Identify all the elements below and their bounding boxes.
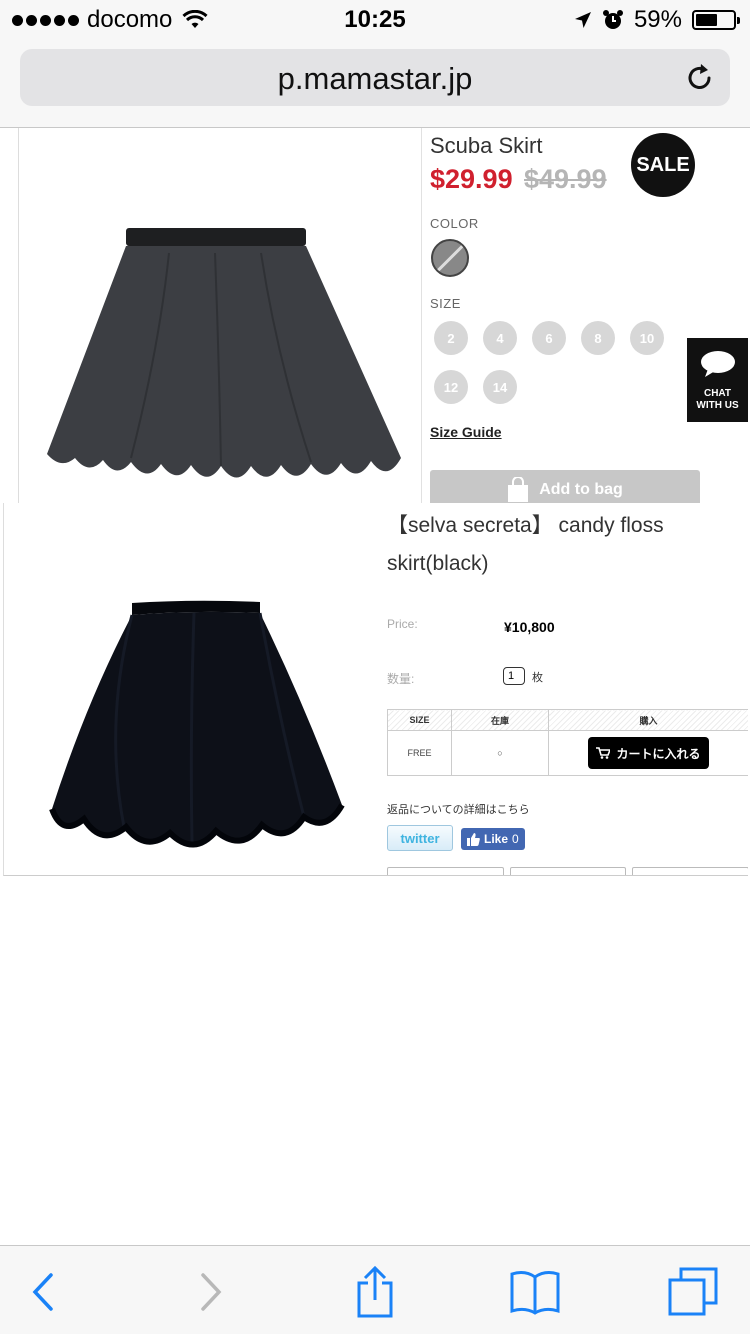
table-header: 在庫 bbox=[451, 709, 549, 731]
chat-with-us-button[interactable]: CHAT WITH US bbox=[687, 338, 748, 422]
table-row: FREE ○ カートに入れる bbox=[387, 730, 748, 776]
shopping-bag-icon bbox=[508, 477, 529, 502]
size-option[interactable]: 10 bbox=[630, 321, 664, 355]
location-arrow-icon bbox=[574, 12, 591, 28]
thumbs-up-icon bbox=[467, 832, 480, 846]
original-price: $49.99 bbox=[524, 164, 607, 194]
returns-link[interactable]: 返品についての詳細はこちら bbox=[387, 801, 530, 817]
battery-icon bbox=[692, 10, 740, 30]
price-value: ¥10,800 bbox=[504, 619, 555, 635]
quantity-unit: 枚 bbox=[532, 672, 543, 684]
add-to-bag-button[interactable]: Add to bag bbox=[430, 470, 700, 503]
size-option[interactable]: 8 bbox=[581, 321, 615, 355]
grey-scuba-skirt-photo bbox=[47, 228, 401, 478]
chat-label-line1: CHAT bbox=[703, 388, 732, 399]
battery-level bbox=[696, 14, 718, 26]
back-button[interactable] bbox=[15, 1268, 71, 1316]
sale-price: $29.99 bbox=[430, 164, 513, 194]
share-icon bbox=[357, 1266, 393, 1318]
forward-button[interactable] bbox=[183, 1268, 239, 1316]
sale-badge: SALE bbox=[631, 133, 695, 197]
table-header-row: SIZE 在庫 購入 bbox=[387, 709, 748, 731]
cart-icon bbox=[596, 747, 611, 759]
purchase-cell: カートに入れる bbox=[548, 730, 748, 776]
tabs-icon bbox=[668, 1267, 718, 1316]
selva-product-info: 【selva secreta】 candy floss skirt(black)… bbox=[387, 503, 748, 875]
browser-toolbar bbox=[0, 1245, 750, 1334]
chat-label-line2: WITH US bbox=[696, 400, 739, 411]
twitter-button[interactable]: twitter bbox=[387, 825, 453, 851]
size-guide-link[interactable]: Size Guide bbox=[430, 424, 502, 440]
color-label: COLOR bbox=[430, 216, 479, 231]
black-scalloped-skirt-photo bbox=[49, 600, 345, 848]
product-title: Scuba Skirt bbox=[430, 133, 543, 158]
reload-icon[interactable] bbox=[684, 62, 716, 94]
quantity-label: 数量: bbox=[387, 672, 415, 686]
size-option[interactable]: 12 bbox=[434, 370, 468, 404]
add-to-cart-button[interactable]: カートに入れる bbox=[588, 737, 709, 769]
table-header: SIZE bbox=[387, 709, 452, 731]
add-to-bag-label: Add to bag bbox=[539, 481, 623, 498]
size-cell: FREE bbox=[387, 730, 452, 776]
color-swatch[interactable] bbox=[431, 239, 469, 277]
like-count: 0 bbox=[512, 832, 519, 846]
size-option[interactable]: 2 bbox=[434, 321, 468, 355]
add-to-cart-label: カートに入れる bbox=[616, 746, 701, 761]
bookmarks-button[interactable] bbox=[507, 1268, 563, 1316]
hm-product-image: Scuba Skirt $29.99 $49.99 SALE COLOR SIZ… bbox=[18, 128, 748, 503]
cut-off-tab-row bbox=[387, 867, 748, 875]
address-bar[interactable]: p.mamastar.jp bbox=[20, 49, 730, 106]
alarm-clock-icon bbox=[602, 10, 623, 29]
tab-button[interactable] bbox=[387, 867, 504, 875]
share-button[interactable] bbox=[347, 1266, 403, 1318]
stock-table: SIZE 在庫 購入 FREE ○ カートに入れる bbox=[387, 709, 748, 776]
back-chevron-icon bbox=[32, 1273, 53, 1311]
price-label: Price: bbox=[387, 617, 418, 631]
facebook-like-button[interactable]: Like 0 bbox=[461, 828, 525, 850]
product-title: 【selva secreta】 candy floss skirt(black) bbox=[387, 514, 664, 575]
table-header: 購入 bbox=[548, 709, 748, 731]
browser-address-area: p.mamastar.jp bbox=[0, 40, 750, 128]
forward-chevron-icon bbox=[201, 1273, 222, 1311]
size-option[interactable]: 14 bbox=[483, 370, 517, 404]
tab-button[interactable] bbox=[632, 867, 748, 875]
bookmarks-icon bbox=[510, 1271, 560, 1315]
size-label: SIZE bbox=[430, 296, 461, 311]
tab-button[interactable] bbox=[509, 867, 627, 875]
status-bar: docomo 10:25 59% bbox=[0, 0, 750, 40]
tabs-button[interactable] bbox=[665, 1267, 721, 1316]
quantity-input[interactable]: 1 bbox=[503, 667, 525, 685]
size-option[interactable]: 6 bbox=[532, 321, 566, 355]
status-right: 59% bbox=[574, 6, 740, 34]
chat-bubble-icon bbox=[700, 351, 735, 377]
stock-cell: ○ bbox=[451, 730, 549, 776]
battery-percent: 59% bbox=[633, 6, 682, 33]
like-label: Like bbox=[484, 832, 509, 846]
size-option[interactable]: 4 bbox=[483, 321, 517, 355]
hm-product-info: Scuba Skirt $29.99 $49.99 SALE COLOR SIZ… bbox=[430, 128, 710, 503]
url-text[interactable]: p.mamastar.jp bbox=[20, 61, 730, 97]
panel-divider bbox=[421, 128, 422, 503]
selva-product-image: 【selva secreta】 candy floss skirt(black)… bbox=[3, 503, 748, 876]
